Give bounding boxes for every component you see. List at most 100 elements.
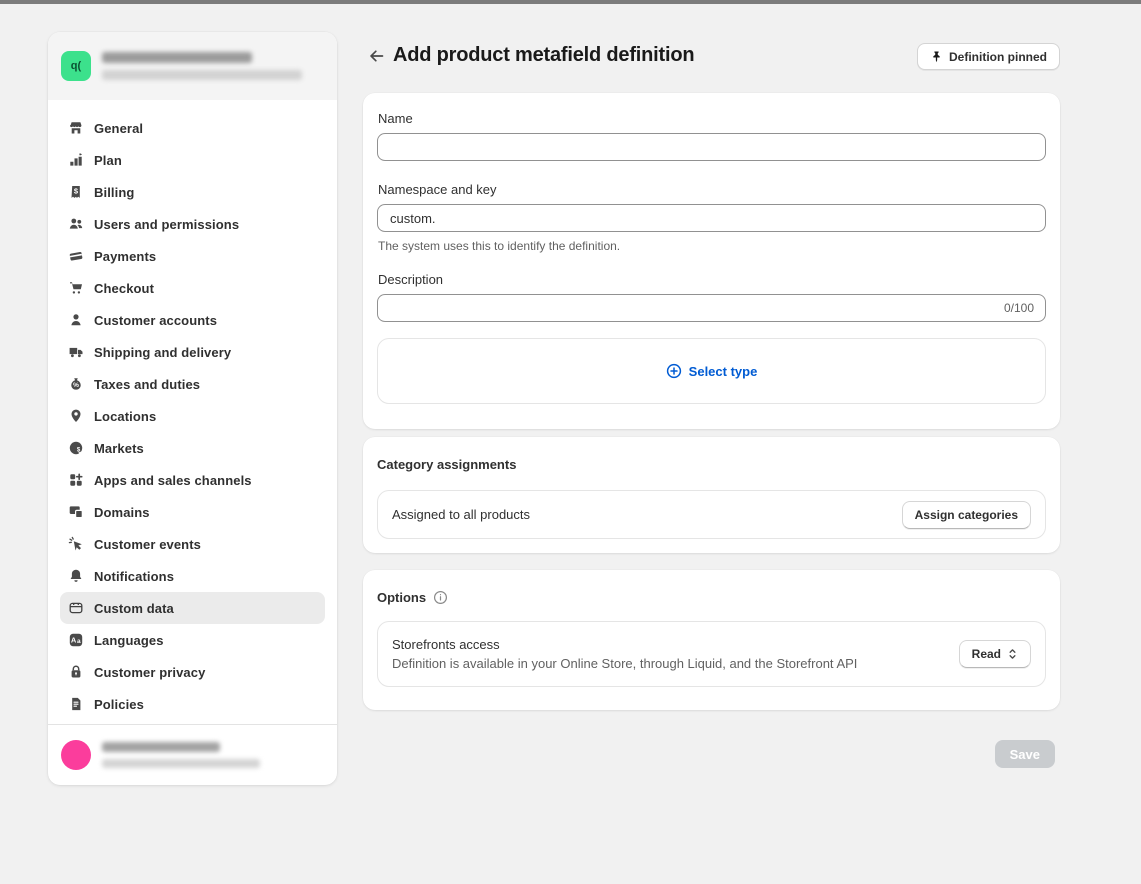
sidebar-item-label: General bbox=[94, 121, 143, 136]
sidebar-item-plan[interactable]: Plan bbox=[60, 144, 325, 176]
sidebar-item-label: Domains bbox=[94, 505, 150, 520]
sidebar-item-label: Shipping and delivery bbox=[94, 345, 231, 360]
person-icon bbox=[68, 312, 84, 328]
lock-icon bbox=[68, 664, 84, 680]
sidebar-item-taxes-and-duties[interactable]: % Taxes and duties bbox=[60, 368, 325, 400]
sidebar-item-policies[interactable]: Policies bbox=[60, 688, 325, 720]
sidebar-item-general[interactable]: General bbox=[60, 112, 325, 144]
location-pin-icon bbox=[68, 408, 84, 424]
sidebar-item-label: Locations bbox=[94, 409, 156, 424]
plus-circle-icon bbox=[666, 363, 682, 379]
chevron-updown-icon bbox=[1007, 647, 1018, 661]
svg-text:%: % bbox=[73, 382, 79, 389]
sidebar-item-label: Customer privacy bbox=[94, 665, 205, 680]
sidebar-item-domains[interactable]: Domains bbox=[60, 496, 325, 528]
sidebar-item-label: Policies bbox=[94, 697, 144, 712]
sidebar-item-label: Custom data bbox=[94, 601, 174, 616]
sidebar-item-label: Apps and sales channels bbox=[94, 473, 252, 488]
namespace-help-text: The system uses this to identify the def… bbox=[378, 239, 1046, 253]
sidebar-item-label: Payments bbox=[94, 249, 156, 264]
select-type-button[interactable]: Select type bbox=[666, 363, 758, 379]
name-input[interactable] bbox=[377, 133, 1046, 161]
cursor-spark-icon bbox=[68, 536, 84, 552]
access-selected-value: Read bbox=[972, 647, 1001, 661]
storefronts-access-row: Storefronts access Definition is availab… bbox=[377, 621, 1046, 687]
redacted-store-name bbox=[102, 52, 252, 63]
options-card: Options Storefronts access Definition is… bbox=[363, 570, 1060, 710]
description-input[interactable] bbox=[377, 294, 1046, 322]
sidebar-item-label: Checkout bbox=[94, 281, 154, 296]
assign-categories-button[interactable]: Assign categories bbox=[902, 501, 1031, 529]
user-account-footer[interactable] bbox=[48, 724, 337, 785]
storefront-access-select[interactable]: Read bbox=[959, 640, 1031, 668]
description-label: Description bbox=[378, 272, 1046, 287]
plan-icon bbox=[68, 152, 84, 168]
policies-icon bbox=[68, 696, 84, 712]
top-window-strip bbox=[0, 0, 1141, 4]
definition-card: Name Namespace and key The system uses t… bbox=[363, 93, 1060, 429]
select-type-label: Select type bbox=[689, 364, 758, 379]
workspace-header[interactable]: q( bbox=[48, 32, 337, 100]
sidebar-item-customer-accounts[interactable]: Customer accounts bbox=[60, 304, 325, 336]
sidebar-item-languages[interactable]: Aa Languages bbox=[60, 624, 325, 656]
sidebar-item-billing[interactable]: $ Billing bbox=[60, 176, 325, 208]
sidebar-item-label: Users and permissions bbox=[94, 217, 239, 232]
back-button[interactable] bbox=[364, 45, 388, 69]
sidebar-item-label: Billing bbox=[94, 185, 134, 200]
category-status-text: Assigned to all products bbox=[392, 507, 530, 522]
namespace-input[interactable] bbox=[377, 204, 1046, 232]
sidebar-item-custom-data[interactable]: Custom data bbox=[60, 592, 325, 624]
payments-icon bbox=[68, 248, 84, 264]
svg-text:a: a bbox=[77, 638, 81, 645]
domains-icon bbox=[68, 504, 84, 520]
taxes-icon: % bbox=[68, 376, 84, 392]
custom-data-icon bbox=[68, 600, 84, 616]
sidebar-item-checkout[interactable]: Checkout bbox=[60, 272, 325, 304]
sidebar-item-notifications[interactable]: Notifications bbox=[60, 560, 325, 592]
definition-pinned-button[interactable]: Definition pinned bbox=[917, 43, 1060, 70]
sidebar-item-label: Customer accounts bbox=[94, 313, 217, 328]
redacted-user-email bbox=[102, 759, 260, 768]
sidebar-item-payments[interactable]: Payments bbox=[60, 240, 325, 272]
character-counter: 0/100 bbox=[1004, 301, 1034, 315]
sidebar-item-customer-privacy[interactable]: Customer privacy bbox=[60, 656, 325, 688]
page-title: Add product metafield definition bbox=[393, 44, 694, 67]
storefronts-access-description: Definition is available in your Online S… bbox=[392, 656, 857, 671]
name-label: Name bbox=[378, 111, 1046, 126]
sidebar-item-apps-and-sales-channels[interactable]: Apps and sales channels bbox=[60, 464, 325, 496]
sidebar-item-label: Customer events bbox=[94, 537, 201, 552]
svg-text:A: A bbox=[71, 636, 77, 645]
category-assignments-title: Category assignments bbox=[377, 457, 1046, 472]
languages-icon: Aa bbox=[68, 632, 84, 648]
sidebar-item-markets[interactable]: $ Markets bbox=[60, 432, 325, 464]
sidebar-item-label: Notifications bbox=[94, 569, 174, 584]
sidebar-nav: General Plan $ Billing Users and permiss… bbox=[48, 100, 337, 724]
globe-icon: $ bbox=[68, 440, 84, 456]
info-icon[interactable] bbox=[433, 590, 448, 605]
sidebar-item-shipping-and-delivery[interactable]: Shipping and delivery bbox=[60, 336, 325, 368]
sidebar-item-locations[interactable]: Locations bbox=[60, 400, 325, 432]
sidebar-item-label: Taxes and duties bbox=[94, 377, 200, 392]
save-button[interactable]: Save bbox=[995, 740, 1055, 768]
user-redacted-text bbox=[102, 742, 260, 768]
storefronts-access-title: Storefronts access bbox=[392, 637, 857, 652]
users-icon bbox=[68, 216, 84, 232]
redacted-user-name bbox=[102, 742, 220, 752]
workspace-redacted-text bbox=[102, 52, 302, 80]
sidebar-item-label: Plan bbox=[94, 153, 122, 168]
apps-grid-icon bbox=[68, 472, 84, 488]
select-type-container: Select type bbox=[377, 338, 1046, 404]
category-assignments-card: Category assignments Assigned to all pro… bbox=[363, 437, 1060, 553]
user-avatar bbox=[61, 740, 91, 770]
store-icon bbox=[68, 120, 84, 136]
settings-sidebar: q( General Plan $ Billing bbox=[48, 32, 337, 785]
back-arrow-icon bbox=[367, 47, 386, 68]
redacted-store-domain bbox=[102, 70, 302, 80]
namespace-label: Namespace and key bbox=[378, 182, 1046, 197]
bell-icon bbox=[68, 568, 84, 584]
sidebar-item-users-and-permissions[interactable]: Users and permissions bbox=[60, 208, 325, 240]
truck-icon bbox=[68, 344, 84, 360]
sidebar-item-label: Markets bbox=[94, 441, 144, 456]
sidebar-item-customer-events[interactable]: Customer events bbox=[60, 528, 325, 560]
options-title: Options bbox=[377, 590, 426, 605]
